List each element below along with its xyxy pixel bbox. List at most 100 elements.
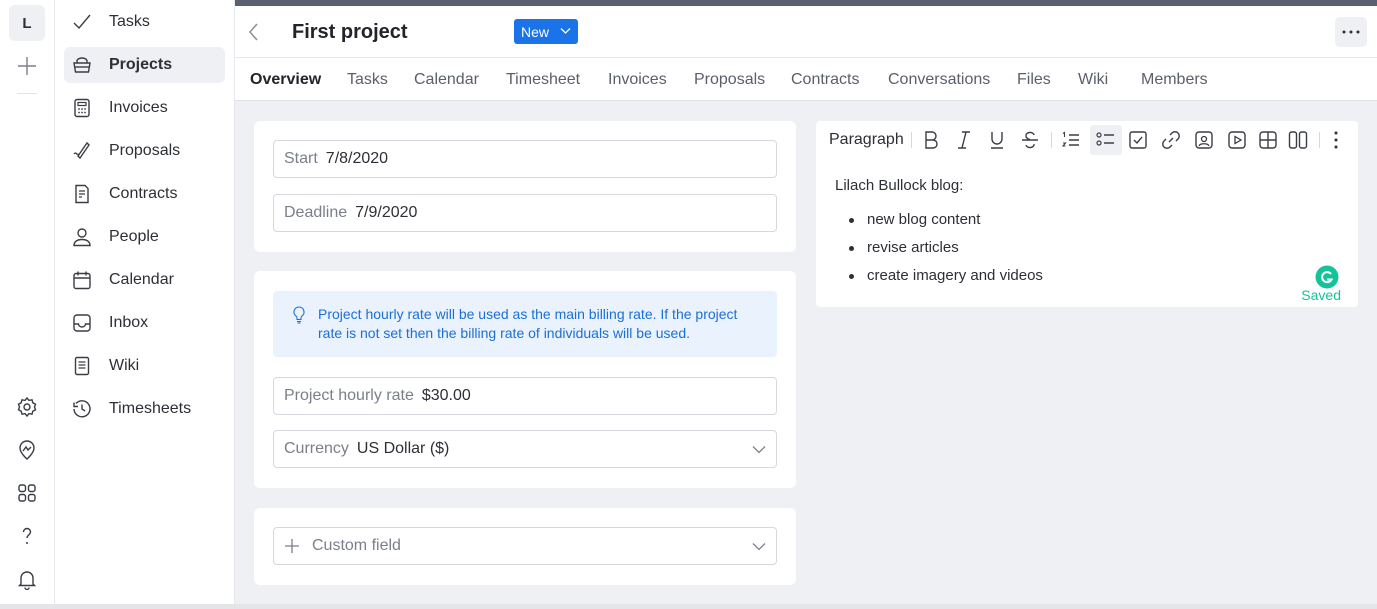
chevron-down-icon: [560, 28, 571, 34]
check-icon: [73, 14, 91, 30]
status-label: New: [521, 23, 550, 40]
bold-icon[interactable]: [920, 129, 942, 151]
currency-label: Currency: [284, 440, 349, 457]
hourly-rate-field[interactable]: Project hourly rate $30.00: [273, 377, 777, 415]
tab-wiki[interactable]: Wiki: [1078, 71, 1108, 89]
location-pin-icon[interactable]: [16, 439, 38, 461]
project-tabs: Overview Tasks Calendar Timesheet Invoic…: [235, 58, 1377, 101]
currency-value: US Dollar ($): [356, 440, 450, 457]
toolbar-divider: [1051, 132, 1052, 148]
more-options-button[interactable]: [1335, 17, 1367, 47]
tab-members[interactable]: Members: [1141, 71, 1208, 89]
sidebar-item-projects[interactable]: Projects: [64, 47, 225, 83]
image-icon[interactable]: [1193, 129, 1215, 151]
tab-conversations[interactable]: Conversations: [888, 71, 990, 89]
calculator-icon: [74, 98, 90, 118]
sidebar-item-label: Contracts: [109, 185, 178, 202]
app-rail: L: [0, 0, 55, 604]
tab-files[interactable]: Files: [1017, 71, 1051, 89]
sidebar-item-wiki[interactable]: Wiki: [64, 348, 225, 384]
apps-grid-icon[interactable]: [16, 482, 38, 504]
sidebar-item-label: Inbox: [109, 314, 149, 331]
start-date-field[interactable]: Start 7/8/2020: [273, 140, 777, 178]
sidebar-item-timesheets[interactable]: Timesheets: [64, 391, 225, 427]
sidebar: Tasks Projects Invoices Proposals Contra…: [55, 0, 235, 604]
table-icon[interactable]: [1257, 129, 1279, 151]
tab-overview[interactable]: Overview: [250, 71, 321, 89]
underline-icon[interactable]: [986, 129, 1008, 151]
tab-tasks[interactable]: Tasks: [347, 71, 388, 89]
pen-icon: [73, 141, 90, 160]
billing-info-text: Project hourly rate will be used as the …: [318, 306, 738, 341]
status-dropdown-button[interactable]: New: [514, 19, 578, 44]
custom-field-card: Custom field: [254, 508, 796, 585]
toolbar-divider: [911, 132, 912, 148]
more-vertical-icon[interactable]: [1325, 129, 1347, 151]
chevron-down-icon: [752, 543, 766, 551]
deadline-value: 7/9/2020: [355, 204, 418, 221]
tab-invoices[interactable]: Invoices: [608, 71, 667, 89]
overview-content: Start 7/8/2020 Deadline 7/9/2020 Project…: [235, 101, 1377, 604]
sidebar-item-label: Projects: [109, 56, 173, 73]
sidebar-item-people[interactable]: People: [64, 219, 225, 255]
checklist-icon[interactable]: [1127, 129, 1149, 151]
back-chevron-icon[interactable]: [245, 20, 263, 44]
sidebar-item-calendar[interactable]: Calendar: [64, 262, 225, 298]
lightbulb-icon: [293, 306, 305, 324]
sidebar-item-contracts[interactable]: Contracts: [64, 176, 225, 212]
chevron-down-icon: [752, 446, 766, 454]
plus-icon[interactable]: [16, 55, 38, 77]
settings-gear-icon[interactable]: [16, 396, 38, 418]
sidebar-item-invoices[interactable]: Invoices: [64, 90, 225, 126]
sidebar-item-label: Timesheets: [109, 400, 192, 417]
list-item: new blog content: [835, 211, 1043, 239]
video-icon[interactable]: [1226, 129, 1248, 151]
notes-editor: Paragraph Lilach Bullock blog: new blog …: [816, 121, 1358, 307]
sidebar-item-tasks[interactable]: Tasks: [64, 4, 225, 40]
person-icon: [73, 228, 91, 247]
saved-status: Saved: [1301, 287, 1341, 303]
link-icon[interactable]: [1160, 129, 1182, 151]
hourly-rate-label: Project hourly rate: [284, 387, 414, 404]
plus-icon: [285, 539, 299, 553]
tab-contracts[interactable]: Contracts: [791, 71, 859, 89]
numbered-list-icon[interactable]: [1060, 129, 1082, 151]
basket-icon: [73, 57, 91, 73]
editor-content[interactable]: Lilach Bullock blog: new blog content re…: [835, 177, 1043, 295]
billing-card: Project hourly rate will be used as the …: [254, 271, 796, 488]
add-custom-field-select[interactable]: Custom field: [273, 527, 777, 565]
columns-icon[interactable]: [1287, 129, 1309, 151]
start-date-label: Start: [284, 150, 318, 167]
editor-bullet-list: new blog content revise articles create …: [835, 211, 1043, 295]
list-item: create imagery and videos: [835, 267, 1043, 295]
sidebar-item-proposals[interactable]: Proposals: [64, 133, 225, 169]
tab-proposals[interactable]: Proposals: [694, 71, 765, 89]
strikethrough-icon[interactable]: [1019, 129, 1041, 151]
notification-bell-icon[interactable]: [16, 568, 38, 590]
editor-intro-text: Lilach Bullock blog:: [835, 177, 964, 194]
bottom-border: [0, 604, 1377, 609]
inbox-icon: [73, 314, 91, 332]
clock-icon: [73, 400, 91, 418]
project-header: First project New: [235, 6, 1377, 58]
page-title[interactable]: First project: [292, 21, 408, 44]
deadline-date-field[interactable]: Deadline 7/9/2020: [273, 194, 777, 232]
editor-toolbar: Paragraph: [816, 121, 1358, 159]
calendar-icon: [73, 271, 91, 290]
list-item: revise articles: [835, 239, 1043, 267]
more-dots-icon: [1342, 30, 1360, 34]
tab-timesheet[interactable]: Timesheet: [506, 71, 580, 89]
tab-calendar[interactable]: Calendar: [414, 71, 479, 89]
sidebar-item-label: Calendar: [109, 271, 174, 288]
sidebar-item-inbox[interactable]: Inbox: [64, 305, 225, 341]
currency-select[interactable]: Currency US Dollar ($): [273, 430, 777, 468]
help-question-icon[interactable]: [16, 525, 38, 547]
sidebar-item-label: Tasks: [109, 13, 150, 30]
start-date-value: 7/8/2020: [325, 150, 389, 167]
block-type-dropdown[interactable]: Paragraph: [829, 131, 904, 149]
dates-card: Start 7/8/2020 Deadline 7/9/2020: [254, 121, 796, 252]
grammarly-icon[interactable]: [1315, 265, 1339, 289]
bullet-list-icon[interactable]: [1090, 125, 1122, 155]
workspace-avatar[interactable]: L: [9, 5, 45, 41]
italic-icon[interactable]: [953, 129, 975, 151]
